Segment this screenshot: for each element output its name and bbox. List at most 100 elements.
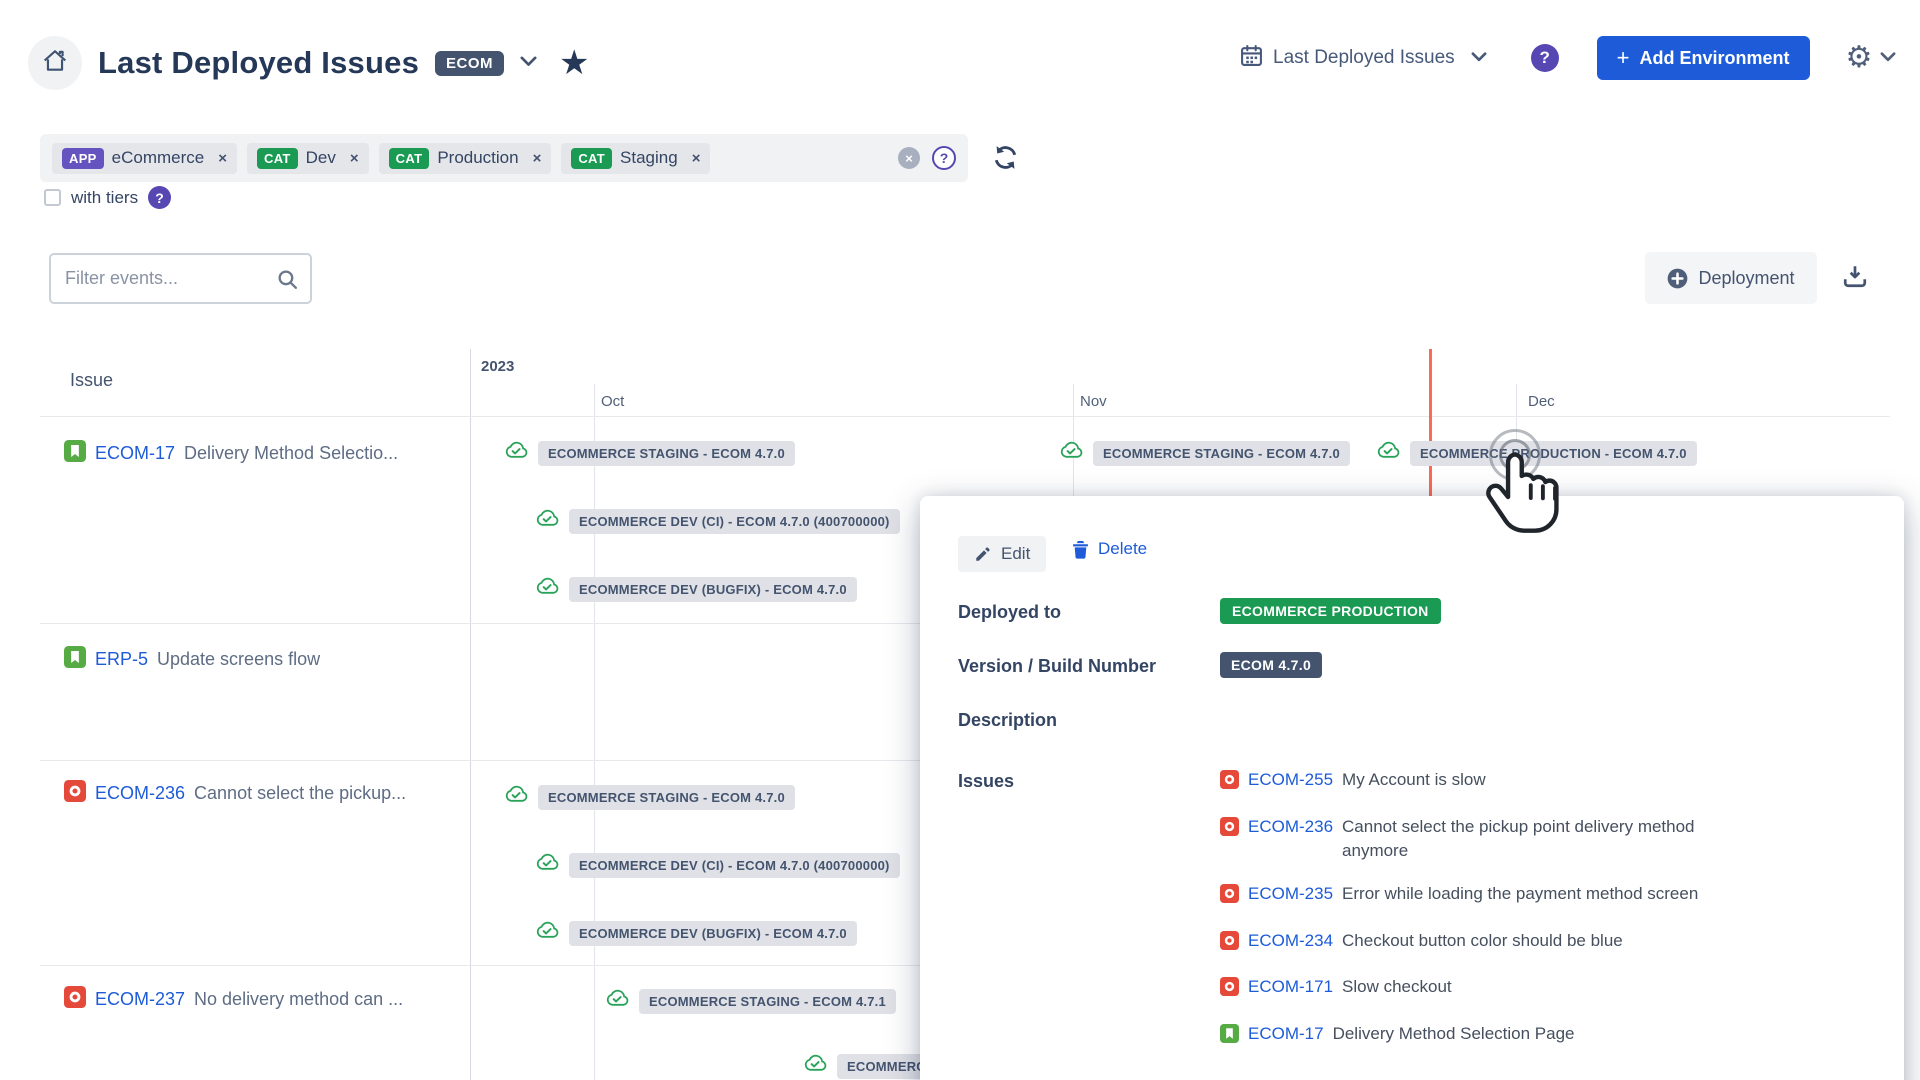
- filter-events-input[interactable]: [49, 253, 312, 304]
- chip-label: Production: [437, 148, 518, 168]
- issue-row-erp-5: ERP-5 Update screens flow: [64, 646, 320, 673]
- version-value-badge: ECOM 4.7.0: [1220, 652, 1322, 678]
- issue-key-link[interactable]: ECOM-171: [1248, 975, 1333, 1000]
- issue-summary: My Account is slow: [1342, 768, 1486, 793]
- bug-icon: [64, 780, 86, 807]
- with-tiers-checkbox[interactable]: [44, 189, 61, 206]
- filter-chip-cat-staging[interactable]: CAT Staging ×: [561, 143, 710, 174]
- with-tiers-row: with tiers ?: [44, 186, 171, 209]
- deployment-event[interactable]: ECOMMERCE DEV (BUGFIX) - ECOM 4.7.0: [534, 920, 857, 946]
- deployment-badge: ECOMMERCE DEV (BUGFIX) - ECOM 4.7.0: [569, 577, 857, 602]
- issue-key-link[interactable]: ECOM-17: [95, 443, 175, 464]
- cat-tag: CAT: [571, 148, 612, 169]
- deployment-event[interactable]: ECOMMERCE DEV (CI) - ECOM 4.7.0 (4007000…: [534, 508, 900, 534]
- issue-row-ecom-236: ECOM-236 Cannot select the pickup...: [64, 780, 406, 807]
- remove-chip-icon[interactable]: ×: [533, 150, 542, 167]
- remove-chip-icon[interactable]: ×: [218, 150, 227, 167]
- issue-key-link[interactable]: ECOM-236: [1248, 815, 1333, 840]
- delete-button[interactable]: Delete: [1072, 539, 1147, 559]
- issue-column-divider: [470, 349, 471, 1080]
- refresh-icon[interactable]: [992, 144, 1019, 176]
- popup-issues-list: ECOM-255 My Account is slow ECOM-236 Can…: [1220, 768, 1732, 1050]
- deployment-button-label: Deployment: [1698, 268, 1794, 289]
- clear-filters-icon[interactable]: ×: [898, 147, 920, 169]
- remove-chip-icon[interactable]: ×: [692, 150, 701, 167]
- issue-summary: Error while loading the payment method s…: [1342, 882, 1698, 907]
- issue-key-link[interactable]: ECOM-236: [95, 783, 185, 804]
- chip-label: Dev: [306, 148, 336, 168]
- view-selector[interactable]: Last Deployed Issues: [1240, 44, 1487, 72]
- deployment-event[interactable]: ECOMMERCE STAGING - ECOM 4.7.0: [503, 440, 795, 466]
- popup-issue-ecom-235: ECOM-235 Error while loading the payment…: [1220, 882, 1732, 911]
- month-label-nov: Nov: [1080, 393, 1107, 410]
- settings-chevron-down-icon[interactable]: [1880, 49, 1896, 67]
- filter-chip-cat-production[interactable]: CAT Production ×: [379, 143, 552, 174]
- with-tiers-help-icon[interactable]: ?: [148, 186, 171, 209]
- filter-chip-app-ecommerce[interactable]: APP eCommerce ×: [52, 143, 237, 174]
- popup-issue-ecom-255: ECOM-255 My Account is slow: [1220, 768, 1732, 797]
- app-header: Last Deployed Issues ECOM ★: [28, 36, 590, 90]
- settings-gear-icon[interactable]: ⚙: [1846, 43, 1873, 73]
- deployment-badge: ECOMMERCE PRODUCTION - ECOM 4.7.0: [1410, 441, 1697, 466]
- deployment-details-popup: Edit Delete Deployed to ECOMMERCE PRODUC…: [920, 496, 1904, 1080]
- cloud-check-icon: [503, 784, 529, 810]
- story-icon: [1220, 1024, 1239, 1051]
- issue-key-link[interactable]: ECOM-255: [1248, 768, 1333, 793]
- deployment-event-selected[interactable]: ECOMMERCE PRODUCTION - ECOM 4.7.0: [1375, 440, 1697, 466]
- title-chevron-down-icon[interactable]: [520, 54, 537, 72]
- project-badge: ECOM: [435, 51, 504, 76]
- issue-key-link[interactable]: ECOM-17: [1248, 1022, 1324, 1047]
- row-divider: [40, 416, 1890, 417]
- download-icon[interactable]: [1842, 264, 1868, 293]
- favorite-star-icon[interactable]: ★: [559, 46, 589, 80]
- issue-column-header: Issue: [70, 370, 113, 391]
- issue-row-ecom-237: ECOM-237 No delivery method can ...: [64, 986, 403, 1013]
- issue-key-link[interactable]: ECOM-235: [1248, 882, 1333, 907]
- chip-label: Staging: [620, 148, 678, 168]
- issue-summary: No delivery method can ...: [194, 989, 403, 1010]
- filter-chip-cat-dev[interactable]: CAT Dev ×: [247, 143, 369, 174]
- view-selector-chevron-down-icon: [1471, 49, 1487, 67]
- popup-issue-ecom-236: ECOM-236 Cannot select the pickup point …: [1220, 815, 1732, 864]
- cloud-check-icon: [503, 440, 529, 466]
- filter-help-icon[interactable]: ?: [932, 146, 956, 170]
- help-icon[interactable]: ?: [1531, 44, 1559, 72]
- issue-key-link[interactable]: ECOM-234: [1248, 929, 1333, 954]
- cloud-check-icon: [534, 920, 560, 946]
- deployment-event[interactable]: ECOMMERCE STAGING - ECOM 4.7.0: [503, 784, 795, 810]
- issue-summary: Cannot select the pickup point delivery …: [1342, 815, 1732, 864]
- deployment-badge: ECOMMERCE DEV (BUGFIX) - ECOM 4.7.0: [569, 921, 857, 946]
- deployment-event[interactable]: ECOMMERCE STAGING - ECOM 4.7.1: [604, 988, 896, 1014]
- remove-chip-icon[interactable]: ×: [350, 150, 359, 167]
- deployed-to-value-badge: ECOMMERCE PRODUCTION: [1220, 598, 1441, 624]
- deployed-to-label: Deployed to: [958, 602, 1061, 623]
- bug-icon: [1220, 884, 1239, 911]
- cloud-check-icon: [534, 508, 560, 534]
- deployment-event[interactable]: ECOMMERCE DEV (CI) - ECOM 4.7.0 (4007000…: [534, 852, 900, 878]
- year-label: 2023: [481, 358, 514, 375]
- cloud-check-icon: [1058, 440, 1084, 466]
- deployment-event[interactable]: ECOMMERC: [802, 1053, 936, 1079]
- add-deployment-button[interactable]: Deployment: [1645, 252, 1817, 304]
- home-button[interactable]: [28, 36, 82, 90]
- home-icon: [42, 49, 68, 78]
- issue-summary: Update screens flow: [157, 649, 320, 670]
- cat-tag: CAT: [257, 148, 298, 169]
- issue-summary: Delivery Method Selection Page: [1333, 1022, 1575, 1047]
- issue-key-link[interactable]: ECOM-237: [95, 989, 185, 1010]
- issue-key-link[interactable]: ERP-5: [95, 649, 148, 670]
- chip-label: eCommerce: [112, 148, 205, 168]
- with-tiers-label: with tiers: [71, 188, 138, 208]
- plus-icon: +: [1617, 47, 1630, 69]
- edit-button[interactable]: Edit: [958, 536, 1046, 572]
- add-environment-button[interactable]: + Add Environment: [1597, 36, 1810, 80]
- deployment-event[interactable]: ECOMMERCE DEV (BUGFIX) - ECOM 4.7.0: [534, 576, 857, 602]
- cloud-check-icon: [534, 852, 560, 878]
- story-icon: [64, 440, 86, 467]
- plus-circle-icon: [1667, 268, 1688, 289]
- deployment-event[interactable]: ECOMMERCE STAGING - ECOM 4.7.0: [1058, 440, 1350, 466]
- month-label-dec: Dec: [1528, 393, 1555, 410]
- trash-icon: [1072, 540, 1089, 559]
- issue-row-ecom-17: ECOM-17 Delivery Method Selectio...: [64, 440, 398, 467]
- deployment-badge: ECOMMERCE STAGING - ECOM 4.7.1: [639, 989, 896, 1014]
